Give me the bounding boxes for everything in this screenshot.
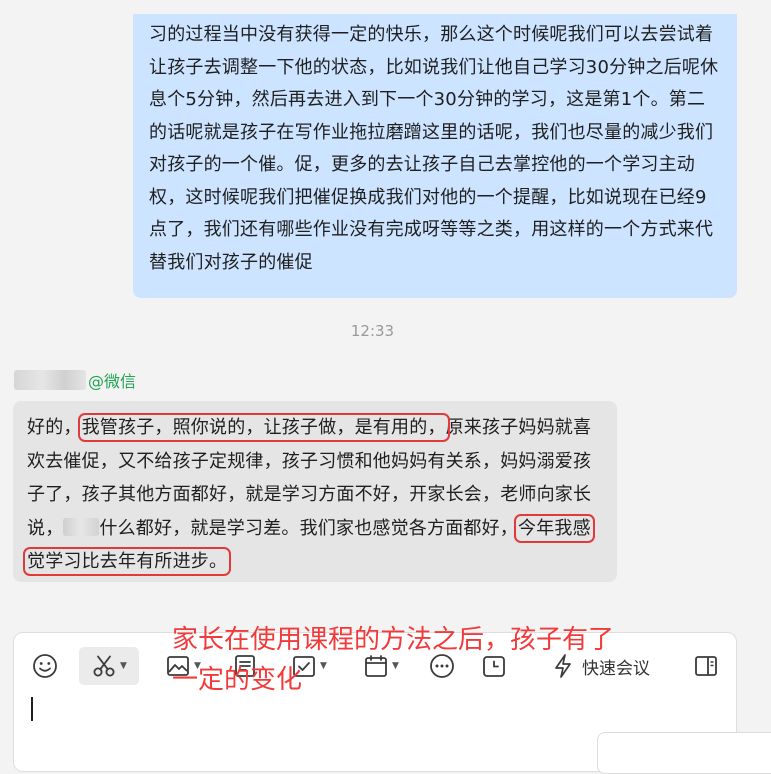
scissors-icon [91, 653, 117, 679]
sent-message-bubble[interactable]: 习的过程当中没有获得一定的快乐，那么这个时候呢我们可以去尝试着让孩子去调整一下他… [133, 14, 737, 298]
chevron-down-icon[interactable]: ▼ [120, 661, 127, 671]
sent-message-text: 习的过程当中没有获得一定的快乐，那么这个时候呢我们可以去尝试着让孩子去调整一下他… [149, 24, 719, 273]
screenshot-button[interactable]: ▼ [79, 647, 139, 685]
sender-row: @微信 [14, 368, 136, 392]
received-message-text: 好的，我管孩子，照你说的，让孩子做，是有用的，原来孩子妈妈就喜欢去催促，又不给孩… [23, 411, 605, 579]
blurred-sender-name [14, 370, 86, 390]
received-text-part1: 好的， [27, 417, 82, 438]
received-message-bubble[interactable]: 好的，我管孩子，照你说的，让孩子做，是有用的，原来孩子妈妈就喜欢去催促，又不给孩… [13, 401, 617, 582]
sidebar-toggle-button[interactable] [691, 647, 721, 685]
sidebar-toggle-icon [693, 653, 719, 679]
message-timestamp: 12:33 [350, 322, 395, 340]
annotation-overlay-text: 家长在使用课程的方法之后，孩子有了一定的变化 [172, 625, 615, 695]
blurred-name [63, 517, 100, 536]
emoji-button[interactable] [28, 647, 62, 685]
received-text-part3: 什么都好，就是学习差。我们家也感觉各方面都好， [99, 517, 519, 539]
highlighted-phrase-1: 我管孩子，照你说的，让孩子做，是有用的， [77, 413, 450, 442]
text-input-cursor[interactable] [31, 697, 33, 721]
sender-wechat-tag: @微信 [88, 372, 137, 391]
emoji-icon [32, 653, 58, 679]
floating-panel-edge [597, 732, 771, 774]
clipped-previous-line [0, 0, 771, 10]
